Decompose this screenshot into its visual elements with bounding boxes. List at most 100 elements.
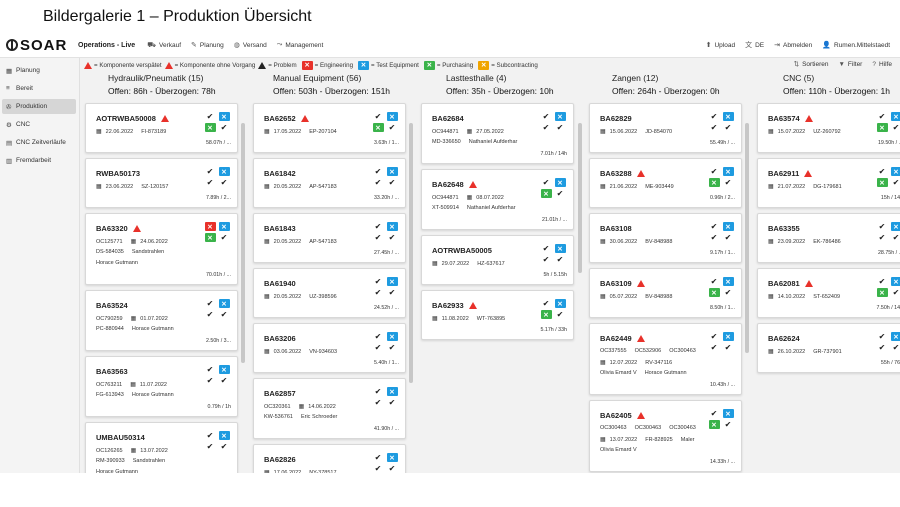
blue-status-icon[interactable]: ✕: [722, 222, 734, 231]
detail-text: ▦ 26.10.2022: [768, 349, 806, 355]
sidebar-item-planung[interactable]: ▦ Planung: [2, 63, 76, 78]
blue-status-icon[interactable]: ✕: [890, 222, 900, 231]
blue-status-icon[interactable]: ✕: [386, 222, 398, 231]
blue-status-icon[interactable]: ✕: [386, 112, 398, 121]
green-status-icon[interactable]: ✕: [876, 123, 888, 132]
sidebar-item-cnc[interactable]: ⚙ CNC: [2, 117, 76, 132]
blue-status-icon[interactable]: ✕: [722, 332, 734, 341]
job-card[interactable]: BA62826▦17.06.2022NY-378517✔✕✔✔0.61h / 8…: [253, 444, 406, 473]
job-card[interactable]: BA63206 ▦ 03.06.2022 VN-934603 ✔ ✕ ✔ ✔ 5.40h / 1…: [253, 323, 406, 373]
status-icons: ✔ ✕ ✕ ✔: [875, 112, 900, 132]
blue-status-icon[interactable]: ✕: [722, 277, 734, 286]
blue-status-icon[interactable]: ✕: [722, 409, 734, 418]
nav-versand[interactable]: ◍ Versand: [234, 41, 267, 50]
blue-status-icon[interactable]: ✕: [386, 167, 398, 176]
green-status-icon[interactable]: ✕: [876, 178, 888, 187]
blue-status-icon[interactable]: ✕: [386, 332, 398, 341]
job-card[interactable]: AOTRWBA50005 ▦ 29.07.2022 HZ-637617 ✔ ✕ ✔ ✔ 5h /…: [421, 235, 574, 285]
detail-text: Horace Gutmann: [96, 469, 138, 473]
detail-text: ▦ 29.07.2022: [432, 261, 470, 267]
nav-verkauf[interactable]: ⛟ Verkauf: [147, 41, 181, 50]
green-status-icon[interactable]: ✕: [708, 288, 720, 297]
green-status-icon[interactable]: ✕: [708, 178, 720, 187]
job-card[interactable]: BA62081 ▦ 14.10.2022 ST-652409 ✔ ✕ ✕ ✔ 7.50h / 1…: [757, 268, 900, 318]
blue-status-icon[interactable]: ✕: [554, 299, 566, 308]
scrollbar[interactable]: [241, 123, 245, 363]
job-card[interactable]: BA62648 OC944871 ▦ 08.07.2022 XT-509914 Natha…: [421, 169, 574, 230]
sidebar-item-cnc-zeitverl-ufe[interactable]: ▤ CNC Zeitverläufe: [2, 135, 76, 150]
job-card[interactable]: BA62405 OC300463 OC300463 OC300463 ▦ 13.07.20…: [589, 400, 742, 472]
green-status-icon[interactable]: ✕: [876, 288, 888, 297]
blue-status-icon[interactable]: ✕: [218, 167, 230, 176]
job-card[interactable]: BA63574 ▦ 15.07.2022 UZ-260792 ✔ ✕ ✕ ✔ 19.50h / …: [757, 103, 900, 153]
time-ratio: 5.17h / 33h: [540, 327, 567, 333]
menu-de[interactable]: 文 DE: [745, 40, 764, 50]
blue-status-icon[interactable]: ✕: [386, 453, 398, 462]
menu-upload[interactable]: ⬆ Upload: [706, 41, 735, 50]
blue-status-icon[interactable]: ✕: [386, 387, 398, 396]
sidebar-item-bereit[interactable]: ≡ Bereit: [2, 81, 76, 96]
job-card[interactable]: BA63109 ▦ 05.07.2022 BV-848988 ✔ ✕ ✕ ✔ 8.50h / 1…: [589, 268, 742, 318]
nav-planung[interactable]: ✎ Planung: [191, 41, 224, 50]
blue-status-icon[interactable]: ✕: [554, 178, 566, 187]
job-card[interactable]: BA63320 OC125771 ▦ 24.06.2022 DS-584035 Sands…: [85, 213, 238, 285]
blue-status-icon[interactable]: ✕: [218, 299, 230, 308]
nav-management[interactable]: ⤳ Management: [277, 41, 324, 49]
green-status-icon[interactable]: ✕: [540, 310, 552, 319]
job-card[interactable]: BA62449 OC337555 OC532906 OC300463 ▦ 12.07.20…: [589, 323, 742, 395]
job-card[interactable]: UMBAU50314 OC126265 ▦ 13.07.2022 RM-390933 Sa…: [85, 422, 238, 473]
detail-text: OC763211: [96, 381, 123, 388]
job-card[interactable]: BA62652 ▦ 17.05.2022 EP-207104 ✔ ✕ ✕ ✔ 3.63h / 1…: [253, 103, 406, 153]
blue-status-icon[interactable]: ✕: [890, 332, 900, 341]
job-card[interactable]: BA63288 ▦ 21.06.2022 ME-903449 ✔ ✕ ✕ ✔ 0.96h / 2…: [589, 158, 742, 208]
job-card[interactable]: RWBA50173 ▦ 23.06.2022 SZ-120157 ✔ ✕ ✔ ✔ 7.89h /…: [85, 158, 238, 208]
scrollbar[interactable]: [409, 123, 413, 383]
green-status-icon[interactable]: ✕: [204, 233, 216, 242]
menu-rumen-mittelstaedt[interactable]: 👤 Rumen.Mittelstaedt: [822, 41, 890, 50]
job-card[interactable]: BA62829 ▦ 15.06.2022 JD-854070 ✔ ✕ ✔ ✔ 55.49h / …: [589, 103, 742, 153]
blue-status-icon[interactable]: ✕: [890, 112, 900, 121]
sidebar-item-produktion[interactable]: ✇ Produktion: [2, 99, 76, 114]
green-status-icon[interactable]: ✕: [708, 420, 720, 429]
blue-status-icon[interactable]: ✕: [218, 431, 230, 440]
blue-status-icon[interactable]: ✕: [554, 112, 566, 121]
job-card[interactable]: BA63108 ▦ 30.06.2022 BV-848988 ✔ ✕ ✔ ✔ 9.17h / 1…: [589, 213, 742, 263]
job-card[interactable]: BA62624 ▦26.10.2022 GR-737901 ✔ ✕ ✔ ✔ 55h / 76h: [757, 323, 900, 373]
job-card[interactable]: BA63563 OC763211 ▦ 11.07.2022 FG-613943 Horac…: [85, 356, 238, 417]
soar-logo[interactable]: SOAR: [6, 37, 74, 54]
hilfe-button[interactable]: ? Hilfe: [872, 60, 892, 68]
blue-status-icon[interactable]: ✕: [722, 112, 734, 121]
job-card[interactable]: BA62911 ▦21.07.2022 DG-179681 ✔ ✕✕ ✔ 15h / 14h: [757, 158, 900, 208]
green-status-icon[interactable]: ✕: [540, 189, 552, 198]
blue-status-icon[interactable]: ✕: [554, 244, 566, 253]
job-card[interactable]: BA62857 OC320361 ▦ 14.06.2022 KW-536761 Eric …: [253, 378, 406, 439]
green-status-icon[interactable]: ✕: [372, 123, 384, 132]
job-card[interactable]: BA62684 OC944871 ▦ 27.05.2022 MD-336650 Natha…: [421, 103, 574, 164]
red-status-icon[interactable]: ✕: [204, 222, 216, 231]
job-card[interactable]: BA61843 ▦ 20.05.2022 AP-547183 ✔ ✕ ✔ ✔ 27.45h / …: [253, 213, 406, 263]
filter-button[interactable]: ▼ Filter: [838, 60, 862, 68]
blue-status-icon[interactable]: ✕: [218, 365, 230, 374]
blue-status-icon[interactable]: ✕: [218, 222, 230, 231]
job-card[interactable]: BA61940 ▦ 20.05.2022 UZ-398596 ✔ ✕ ✔ ✔ 24.52h / …: [253, 268, 406, 318]
detail-text: Sandstrahlen: [132, 458, 166, 464]
sortieren-button[interactable]: ⇅ Sortieren: [794, 60, 829, 69]
detail-text: ▦ 14.10.2022: [768, 294, 806, 300]
blue-status-icon[interactable]: ✕: [890, 277, 900, 286]
job-card[interactable]: BA62933 ▦ 11.08.2022 WT-763895 ✔ ✕ ✕ ✔ 5.17h / 3…: [421, 290, 574, 340]
blue-status-icon[interactable]: ✕: [386, 277, 398, 286]
menu-abmelden[interactable]: ⇥ Abmelden: [774, 41, 812, 50]
job-card[interactable]: BA61842 ▦ 20.05.2022 AP-547183 ✔ ✕ ✔ ✔ 33.20h / …: [253, 158, 406, 208]
blue-status-icon[interactable]: ✕: [218, 112, 230, 121]
job-card[interactable]: BA63524 OC790259 ▦ 01.07.2022 PC-880944 Horac…: [85, 290, 238, 351]
warning-icon: [300, 115, 309, 122]
scrollbar[interactable]: [745, 123, 749, 353]
blue-status-icon[interactable]: ✕: [722, 167, 734, 176]
job-card[interactable]: AOTRWBA50008 ▦ 22.06.2022 FI-873189 ✔ ✕ ✕ ✔ 58.0…: [85, 103, 238, 153]
sidebar-item-fremdarbeit[interactable]: ▥ Fremdarbeit: [2, 153, 76, 168]
blue-status-icon[interactable]: ✕: [890, 167, 900, 176]
job-card[interactable]: BA63355 ▦ 23.09.2022 EK-786486 ✔ ✕ ✔ ✔ 28.75h / …: [757, 213, 900, 263]
warning-icon: [160, 115, 169, 122]
green-status-icon[interactable]: ✕: [204, 123, 216, 132]
scrollbar[interactable]: [578, 123, 582, 273]
